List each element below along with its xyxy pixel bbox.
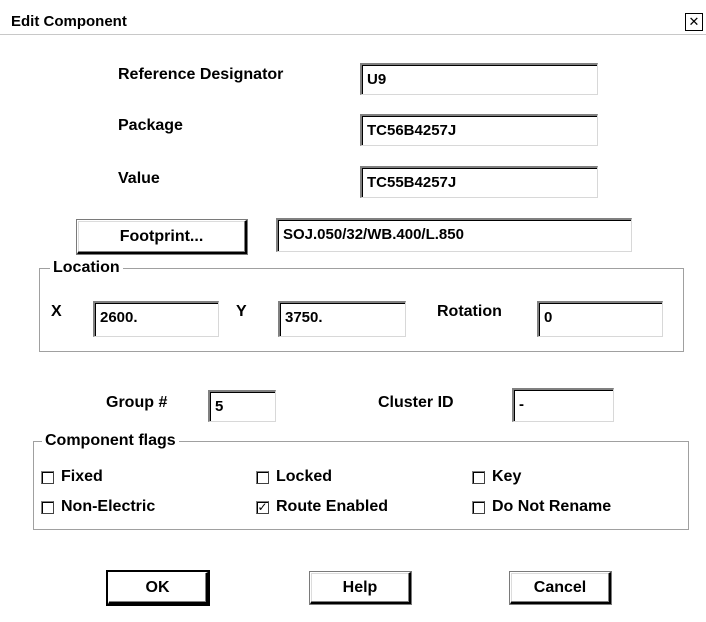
component-flags-title: Component flags xyxy=(42,432,179,450)
reference-designator-label: Reference Designator xyxy=(118,66,284,83)
x-input[interactable]: 2600. xyxy=(93,301,219,337)
footprint-input[interactable]: SOJ.050/32/WB.400/L.850 xyxy=(276,218,632,252)
checkbox-locked-label: Locked xyxy=(276,468,333,485)
close-icon[interactable]: ✕ xyxy=(685,13,703,31)
window-title: Edit Component xyxy=(11,13,127,30)
package-input[interactable]: TC56B4257J xyxy=(360,114,598,146)
help-button[interactable]: Help xyxy=(310,572,411,604)
checkbox-key[interactable]: Key xyxy=(472,468,521,486)
package-label: Package xyxy=(118,117,183,134)
checkbox-do-not-rename[interactable]: Do Not Rename xyxy=(472,498,611,516)
checkbox-non-electric[interactable]: Non-Electric xyxy=(41,498,155,516)
checkbox-non-electric-box[interactable] xyxy=(41,500,54,514)
footprint-button-label: Footprint... xyxy=(119,228,204,245)
y-input[interactable]: 3750. xyxy=(278,301,406,337)
rotation-label: Rotation xyxy=(437,303,502,320)
group-number-label: Group # xyxy=(106,394,168,411)
checkbox-fixed-box[interactable] xyxy=(41,470,54,484)
checkbox-key-label: Key xyxy=(492,468,522,485)
checkbox-locked[interactable]: Locked xyxy=(256,468,332,486)
value-label: Value xyxy=(118,170,160,187)
checkbox-fixed[interactable]: Fixed xyxy=(41,468,103,486)
checkbox-non-electric-label: Non-Electric xyxy=(61,498,156,515)
component-flags-group xyxy=(33,441,689,530)
location-group-title: Location xyxy=(50,259,123,277)
cluster-id-label: Cluster ID xyxy=(378,394,454,411)
group-number-input[interactable]: 5 xyxy=(208,390,276,422)
help-button-label: Help xyxy=(342,579,378,596)
reference-designator-input[interactable]: U9 xyxy=(360,63,598,95)
checkbox-route-enabled-box[interactable]: ✓ xyxy=(256,500,269,514)
checkbox-do-not-rename-box[interactable] xyxy=(472,500,485,514)
cancel-button-label: Cancel xyxy=(533,579,587,596)
footprint-button[interactable]: Footprint... xyxy=(77,220,247,254)
cluster-id-input[interactable]: - xyxy=(512,388,614,422)
y-label: Y xyxy=(236,303,247,320)
ok-button-label: OK xyxy=(145,579,170,596)
checkbox-key-box[interactable] xyxy=(472,470,485,484)
ok-button[interactable]: OK xyxy=(108,572,208,604)
checkbox-do-not-rename-label: Do Not Rename xyxy=(492,498,612,515)
checkbox-locked-box[interactable] xyxy=(256,470,269,484)
checkbox-route-enabled-label: Route Enabled xyxy=(276,498,389,515)
value-input[interactable]: TC55B4257J xyxy=(360,166,598,198)
checkbox-fixed-label: Fixed xyxy=(61,468,103,485)
x-label: X xyxy=(51,303,62,320)
checkbox-route-enabled[interactable]: ✓ Route Enabled xyxy=(256,498,388,516)
rotation-input[interactable]: 0 xyxy=(537,301,663,337)
title-bar[interactable]: Edit Component ✕ xyxy=(0,10,706,35)
cancel-button[interactable]: Cancel xyxy=(510,572,611,604)
